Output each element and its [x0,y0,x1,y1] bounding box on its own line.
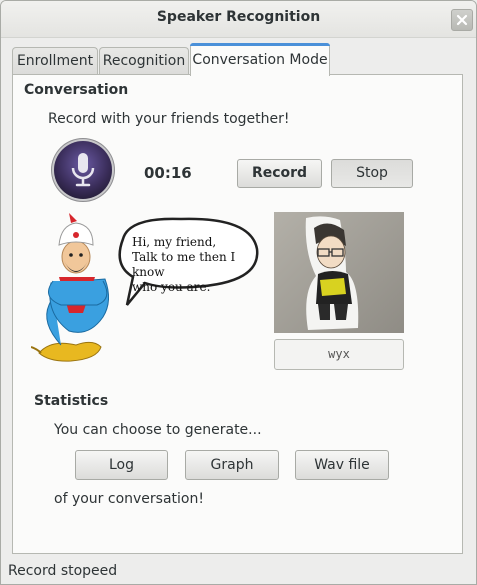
conversation-instruction: Record with your friends together! [48,111,290,127]
tab-conversation-mode[interactable]: Conversation Mode [190,43,330,76]
microphone-icon [71,153,95,187]
statistics-suffix: of your conversation! [54,491,204,507]
stop-button[interactable]: Stop [331,159,413,188]
tab-recognition[interactable]: Recognition [99,47,189,74]
speaker-photo [274,212,404,333]
bubble-line: Hi, my friend, [132,235,217,249]
statistics-prompt: You can choose to generate... [54,422,262,438]
speaker-avatar-image [305,216,359,330]
wav-file-button[interactable]: Wav file [295,450,389,480]
record-button[interactable]: Record [237,159,322,188]
speaker-name-field[interactable]: wyx [274,339,404,370]
window-title: Speaker Recognition [156,9,321,25]
graph-button[interactable]: Graph [185,450,279,480]
conversation-panel: Conversation Record with your friends to… [12,74,463,554]
recording-timer: 00:16 [144,164,192,182]
microphone-button[interactable] [54,141,112,199]
bubble-line: who you are. [132,280,211,294]
bubble-line: Talk to me then I know [132,250,236,279]
statistics-heading: Statistics [34,393,109,409]
title-bar: Speaker Recognition [1,1,476,38]
close-button[interactable] [451,9,473,31]
tab-enrollment[interactable]: Enrollment [12,47,98,74]
conversation-heading: Conversation [24,82,129,98]
close-icon [456,14,468,26]
app-window: Speaker Recognition Enrollment Recogniti… [0,0,477,585]
log-button[interactable]: Log [75,450,168,480]
status-bar: Record stopeed [8,563,118,579]
speech-bubble-text: Hi, my friend, Talk to me then I know wh… [132,235,262,295]
